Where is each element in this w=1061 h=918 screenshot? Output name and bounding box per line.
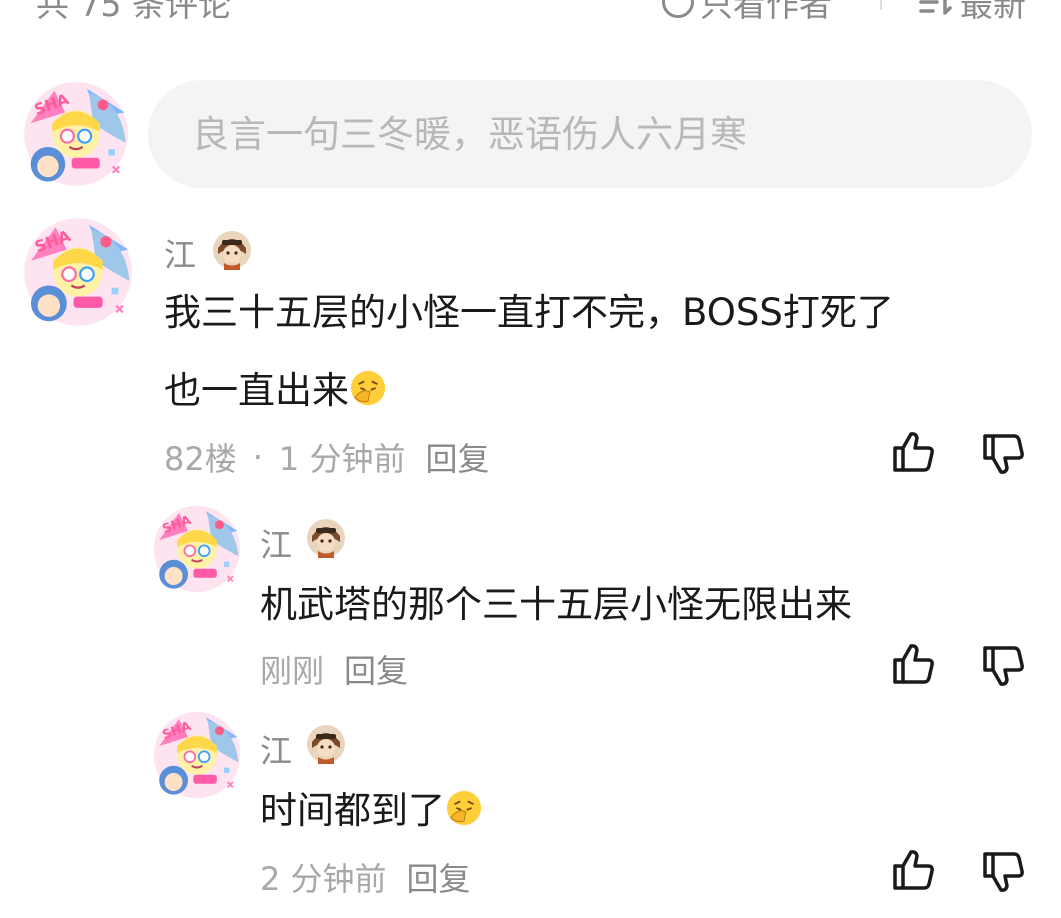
user-badge-icon <box>306 724 346 764</box>
reply-button[interactable]: 回复 <box>344 646 408 692</box>
sort-icon <box>919 0 952 15</box>
facepalm-emoji-icon <box>445 789 483 827</box>
header-divider <box>880 0 882 10</box>
comment-input[interactable] <box>148 80 1032 188</box>
reply-text: 机武塔的那个三十五层小怪无限出来 <box>260 583 852 626</box>
user-badge-icon <box>306 518 346 558</box>
reply-username[interactable]: 江 <box>260 520 292 566</box>
comment-text: 我三十五层的小怪一直打不完，BOSS打死了 也一直出来 <box>164 274 1014 430</box>
reply-button[interactable]: 回复 <box>407 854 471 900</box>
current-user-avatar <box>22 80 130 188</box>
thumbs-down-icon[interactable] <box>980 430 1028 478</box>
reply-meta: 刚刚 回复 <box>260 646 408 692</box>
avatar[interactable] <box>152 504 242 594</box>
avatar[interactable] <box>22 216 134 328</box>
comments-page: 共 75 条评论 只看作者 最新 江 我三十五层的小怪一直打不完，BOSS打死了… <box>0 0 1061 918</box>
thumbs-down-icon[interactable] <box>980 642 1028 690</box>
reply-text-content: 时间都到了 <box>260 789 445 832</box>
comment-text-line-2: 也一直出来 <box>164 352 1014 430</box>
comment-text-line: 我三十五层的小怪一直打不完，BOSS打死了 <box>164 291 894 334</box>
comment-time: 1 分钟前 <box>278 440 406 478</box>
author-only-toggle[interactable]: 只看作者 <box>662 0 832 26</box>
meta-dot: · <box>252 438 263 476</box>
comment-count: 共 75 条评论 <box>36 0 231 24</box>
comment-text-line-2-text: 也一直出来 <box>164 369 349 412</box>
facepalm-emoji-icon <box>349 369 387 407</box>
sort-label: 最新 <box>960 0 1026 24</box>
reply-text: 时间都到了 <box>260 772 960 850</box>
author-only-label: 只看作者 <box>700 0 832 24</box>
reply-username[interactable]: 江 <box>260 726 292 772</box>
thumbs-up-icon[interactable] <box>890 428 938 476</box>
comment-meta: 82楼 · 1 分钟前 回复 <box>164 434 489 480</box>
radio-icon[interactable] <box>662 0 694 18</box>
reply-button[interactable]: 回复 <box>425 434 489 480</box>
thumbs-up-icon[interactable] <box>890 640 938 688</box>
floor-number: 82楼 <box>164 440 237 478</box>
reply-meta: 2 分钟前 回复 <box>260 854 471 900</box>
reply-time: 刚刚 <box>260 652 325 690</box>
sort-button[interactable]: 最新 <box>918 0 1026 26</box>
thumbs-up-icon[interactable] <box>890 846 938 894</box>
user-badge-icon <box>212 230 252 270</box>
thumbs-down-icon[interactable] <box>980 848 1028 896</box>
comment-username[interactable]: 江 <box>164 230 196 276</box>
avatar[interactable] <box>152 710 242 800</box>
reply-time: 2 分钟前 <box>260 860 387 898</box>
comments-header: 共 75 条评论 只看作者 最新 <box>0 0 1061 26</box>
